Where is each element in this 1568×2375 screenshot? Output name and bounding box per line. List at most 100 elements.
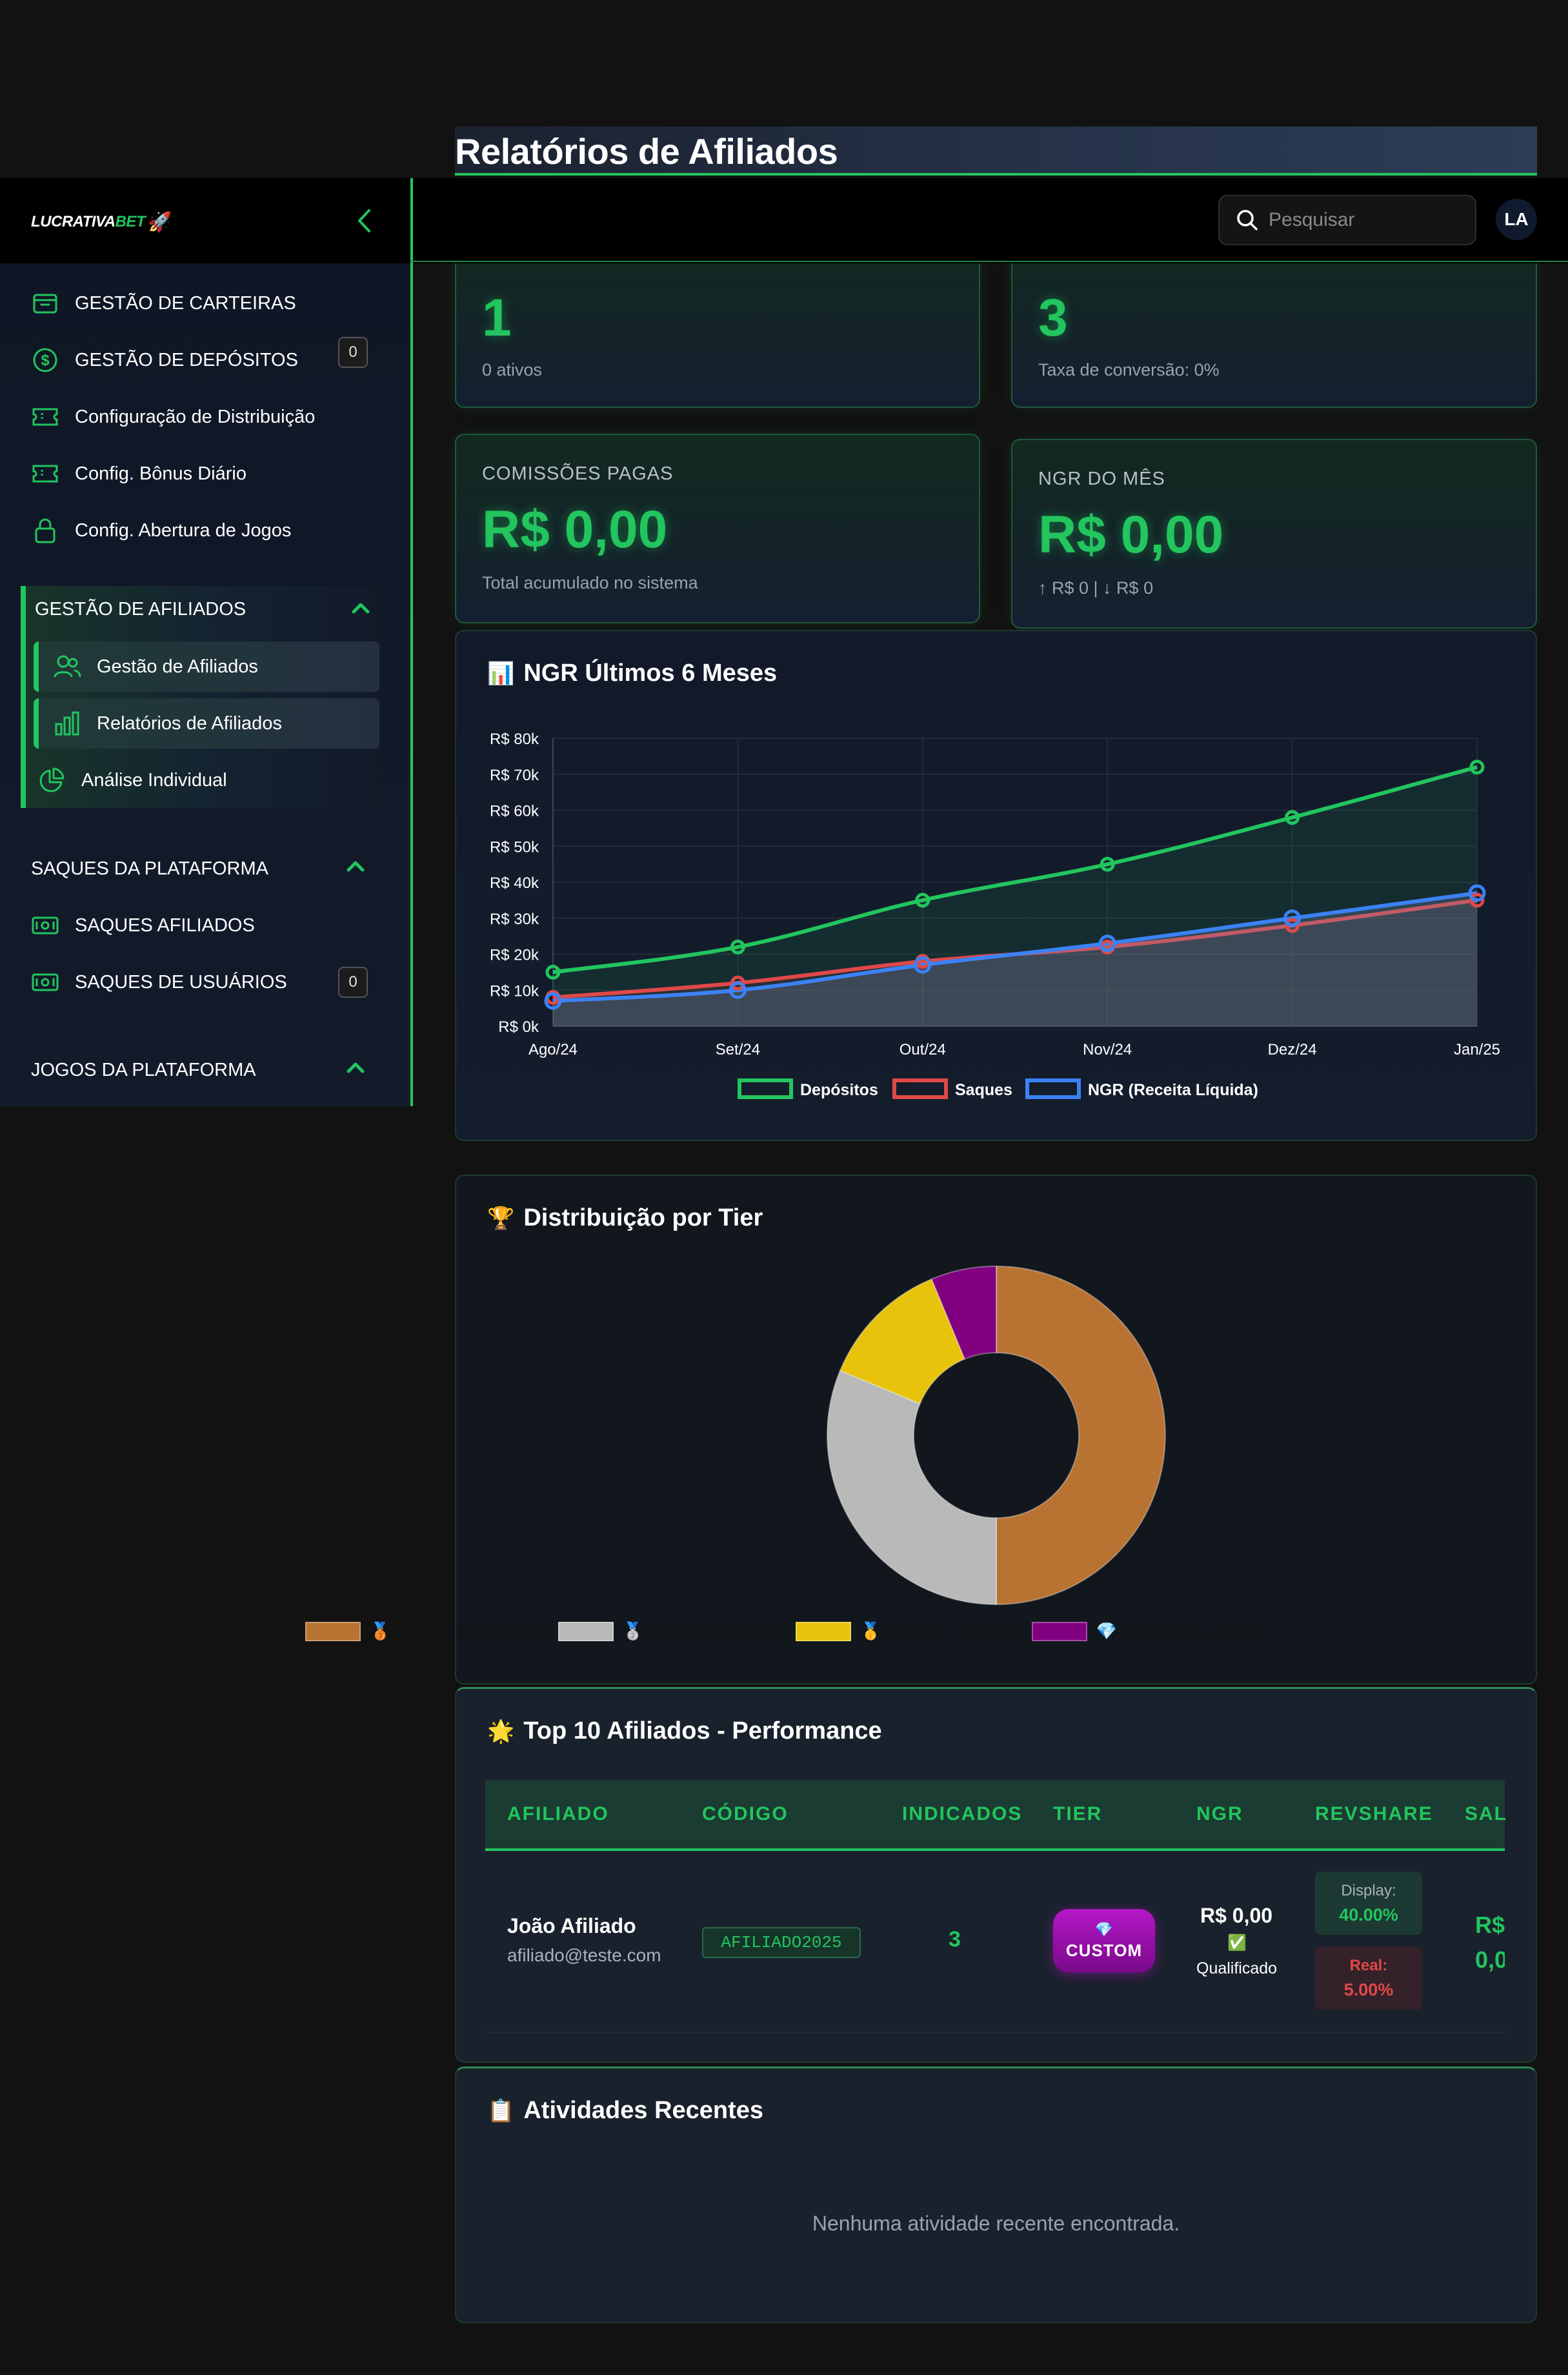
tier-legend-entry[interactable]: 🥇 Ouro (2 - 12.5%): [796, 1621, 1014, 1641]
sidebar-item-user-withdrawals[interactable]: SAQUES DE USUÁRIOS: [31, 963, 287, 1002]
sidebar-item-label: Configuração de Distribuição: [75, 406, 316, 427]
pie-chart-icon: [36, 765, 67, 796]
star-icon: 🌟: [487, 1719, 515, 1744]
cash-icon: [31, 911, 59, 940]
col-affiliate[interactable]: AFILIADO: [507, 1803, 609, 1825]
ticket-icon: [31, 403, 59, 431]
ngr-value: R$ 0,00: [1200, 1904, 1273, 1927]
rocket-icon: 🚀: [148, 211, 172, 233]
ngr-month-card: NGR DO MÊS R$ 0,00 ↑ R$ 0 | ↓ R$ 0: [1011, 439, 1537, 629]
withdrawals-section-title[interactable]: SAQUES DA PLATAFORMA: [31, 858, 268, 880]
sidebar-item-wallets[interactable]: GESTÃO DE CARTEIRAS: [31, 284, 296, 323]
sidebar-item-label: Gestão de Afiliados: [97, 656, 258, 677]
affiliates-section-title[interactable]: GESTÃO DE AFILIADOS: [35, 599, 246, 620]
chevron-up-icon[interactable]: [345, 858, 367, 874]
top-header: LUCRATIVA BET 🚀 LA: [0, 178, 1568, 263]
sidebar-item-affiliate-reports[interactable]: Relatórios de Afiliados: [34, 698, 379, 749]
col-code[interactable]: CÓDIGO: [702, 1803, 789, 1825]
balance-cell: R$ 0,0: [1475, 1908, 1505, 1979]
col-tier[interactable]: TIER: [1053, 1803, 1102, 1825]
tier-legend-entry[interactable]: 🥉 Bronze (8 - 50.0%): [305, 1621, 540, 1641]
search-box[interactable]: [1218, 195, 1476, 245]
legend-label: 🥉 Bronze (8 - 50.0%): [370, 1621, 540, 1641]
sidebar-item-deposits[interactable]: $ GESTÃO DE DEPÓSITOS: [31, 341, 298, 379]
chart-icon: 📊: [487, 661, 515, 686]
tier-panel-title: 🏆 Distribuição por Tier: [487, 1204, 763, 1232]
activity-panel-title: 📋 Atividades Recentes: [487, 2097, 763, 2125]
sidebar-item-label: GESTÃO DE DEPÓSITOS: [75, 349, 298, 370]
ngr-month-value: R$ 0,00: [1038, 505, 1224, 564]
clipboard-icon: 📋: [487, 2098, 515, 2123]
tier-distribution-panel: 🏆 Distribuição por Tier: [455, 1175, 1537, 1684]
sidebar-item-label: Config. Abertura de Jogos: [75, 520, 292, 541]
col-ngr[interactable]: NGR: [1196, 1803, 1243, 1825]
ngr-month-label: NGR DO MÊS: [1038, 469, 1165, 489]
sidebar: GESTÃO DE CARTEIRAS $ GESTÃO DE DEPÓSITO…: [0, 263, 410, 1106]
sidebar-item-affiliate-withdrawals[interactable]: SAQUES AFILIADOS: [31, 906, 255, 945]
row-divider: [485, 2032, 1505, 2033]
top-panel-title: 🌟 Top 10 Afiliados - Performance: [487, 1717, 882, 1745]
bar-chart-icon: [52, 708, 83, 739]
header-divider: [410, 178, 413, 263]
logo-text-a: LUCRATIVA: [31, 213, 116, 230]
balance-line-2: 0,0: [1475, 1946, 1505, 1973]
games-section-title[interactable]: JOGOS DA PLATAFORMA: [31, 1060, 256, 1081]
commissions-label: COMISSÕES PAGAS: [482, 463, 674, 484]
tier-legend: 🥉 Bronze (8 - 50.0%) 🥈 Prata (5 - 31.3%) 🥇…: [0, 1621, 1568, 1641]
header-bottom-line: [410, 261, 1568, 262]
tier-panel-title-text: Distribuição por Tier: [523, 1204, 763, 1231]
legend-swatch: [796, 1621, 852, 1641]
sidebar-item-affiliate-management[interactable]: Gestão de Afiliados: [34, 642, 379, 692]
affiliate-code-chip: AFILIADO2025: [702, 1927, 861, 1958]
revshare-real-box: Real: 5.00%: [1315, 1946, 1422, 2010]
user-withdrawals-count-badge: 0: [338, 967, 368, 998]
trophy-icon: 🏆: [487, 1206, 515, 1231]
chevron-up-icon[interactable]: [350, 600, 372, 616]
sidebar-item-daily-bonus[interactable]: Config. Bônus Diário: [31, 454, 246, 493]
lock-icon: [31, 516, 59, 545]
ticket-icon: [31, 460, 59, 488]
user-avatar[interactable]: LA: [1496, 199, 1537, 240]
activity-empty-text: Nenhuma atividade recente encontrada.: [812, 2212, 1180, 2235]
gem-icon: 💎: [1095, 1921, 1113, 1937]
tier-legend-entry[interactable]: 🥈 Prata (5 - 31.3%): [558, 1621, 778, 1641]
sidebar-item-games-opening[interactable]: Config. Abertura de Jogos: [31, 511, 291, 550]
legend-label: 🥈 Prata (5 - 31.3%): [622, 1621, 778, 1641]
sidebar-item-label: Análise Individual: [81, 769, 227, 791]
revshare-display-label: Display:: [1341, 1881, 1396, 1899]
users-icon: [52, 651, 83, 682]
dollar-icon: $: [31, 346, 59, 374]
ngr-chart-title-text: NGR Últimos 6 Meses: [523, 660, 778, 687]
sidebar-border: [410, 263, 413, 1106]
total-referred-sub: Taxa de conversão: 0%: [1038, 360, 1220, 379]
legend-label: 💎 Custom (1 - 6.3%): [1096, 1621, 1263, 1641]
sidebar-item-label: GESTÃO DE CARTEIRAS: [75, 292, 296, 314]
chevron-up-icon[interactable]: [345, 1060, 367, 1075]
sidebar-item-label: SAQUES DE USUÁRIOS: [75, 971, 287, 993]
legend-swatch: [305, 1621, 361, 1641]
chevron-left-icon: [358, 209, 370, 232]
page-title-bar: Relatórios de Afiliados: [455, 126, 1537, 176]
check-icon: ✅: [1227, 1934, 1247, 1952]
recent-activity-panel: 📋 Atividades Recentes Nenhuma atividade …: [455, 2067, 1537, 2323]
table-header: AFILIADO CÓDIGO INDICADOS TIER NGR REVSH…: [485, 1780, 1507, 1850]
sidebar-collapse-button[interactable]: [354, 207, 374, 235]
brand-logo[interactable]: LUCRATIVA BET 🚀: [31, 209, 172, 235]
col-balance[interactable]: SAL: [1465, 1803, 1507, 1825]
sidebar-item-label: SAQUES AFILIADOS: [75, 915, 255, 936]
sidebar-item-label: Config. Bônus Diário: [75, 463, 246, 484]
tier-legend-entry[interactable]: 💎 Custom (1 - 6.3%): [1031, 1621, 1263, 1641]
col-revshare[interactable]: REVSHARE: [1315, 1803, 1433, 1825]
table-header-underline: [485, 1848, 1505, 1851]
total-referred-value: 3: [1038, 288, 1068, 347]
sidebar-item-individual-analysis[interactable]: Análise Individual: [34, 755, 379, 805]
sidebar-item-distribution[interactable]: Configuração de Distribuição: [31, 398, 315, 436]
commissions-value: R$ 0,00: [482, 500, 668, 559]
search-input[interactable]: [1269, 209, 1462, 231]
referred-count: 3: [949, 1927, 961, 1952]
ngr-month-sub: ↑ R$ 0 | ↓ R$ 0: [1038, 578, 1154, 598]
total-affiliates-value: 1: [482, 288, 512, 347]
affiliate-email: afiliado@teste.com: [507, 1945, 661, 1965]
activity-panel-title-text: Atividades Recentes: [523, 2097, 764, 2124]
col-referred[interactable]: INDICADOS: [902, 1803, 1022, 1825]
